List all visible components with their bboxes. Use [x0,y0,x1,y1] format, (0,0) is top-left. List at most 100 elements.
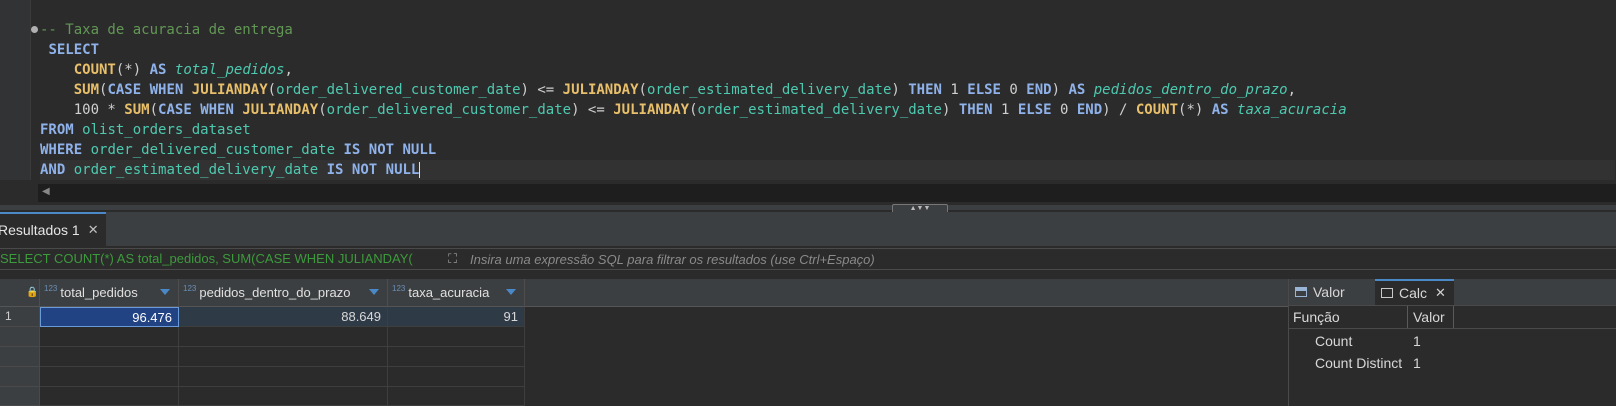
column-divider[interactable] [1407,306,1408,328]
lock-icon: 🔒 [26,287,39,298]
code-token: WHEN [200,102,234,118]
grid-corner: 🔒 [0,279,40,307]
code-token: ELSE [967,82,1001,98]
code-token: SUM [73,82,100,98]
number-type-icon: 123 [44,284,58,293]
code-token: AS [149,62,167,78]
code-line[interactable]: WHERE order_delivered_customer_date IS N… [40,140,1615,160]
code-token: COUNT [73,62,116,78]
calculator-icon [1381,288,1393,298]
code-area[interactable]: -- Taxa de acuracia de entrega SELECT CO… [40,20,1615,180]
code-token: NOT [351,162,378,178]
panel-icon [1295,287,1307,297]
code-token: , [284,62,293,78]
code-token: , [1287,82,1297,98]
tab-valor[interactable]: Valor [1295,279,1345,305]
code-token: taxa_acuracia [1237,102,1347,118]
editor-gutter [0,0,31,180]
sort-arrow-icon[interactable] [160,289,170,295]
code-token: order_delivered_customer_date [90,142,336,158]
number-type-icon: 123 [183,284,197,293]
column-header-pedidos-dentro-do-prazo[interactable]: 123 pedidos_dentro_do_prazo [179,279,388,307]
header-funcao[interactable]: Função [1293,306,1340,328]
empty-cell [40,387,179,406]
close-icon[interactable]: ✕ [88,222,99,238]
code-token: THEN [958,102,993,118]
column-divider[interactable] [1453,306,1454,328]
function-name: Count [1315,333,1353,349]
code-token: ( [149,102,159,118]
code-token: WHERE [40,142,83,158]
text-caret [419,162,421,178]
header-valor[interactable]: Valor [1413,306,1445,328]
code-token: 100 * [40,102,125,118]
sort-arrow-icon[interactable] [369,289,379,295]
column-name: total_pedidos [60,285,138,300]
code-token: ) [891,82,909,98]
number-type-icon: 123 [392,284,406,293]
code-token: total_pedidos [174,62,285,78]
results-grid[interactable]: 🔒 123 total_pedidos 123 pedidos_dentro_d… [0,279,1288,406]
empty-cell [179,367,388,387]
column-header-taxa-acuracia[interactable]: 123 taxa_acuracia [388,279,525,307]
code-token: order_delivered_customer_date [326,102,572,118]
code-token: END [1026,82,1052,98]
close-icon[interactable]: ✕ [1435,285,1446,301]
header-filler [525,279,1288,307]
tab-calc[interactable]: Calc ✕ [1375,279,1454,305]
panel-splitter[interactable] [0,205,1616,210]
code-token: order_estimated_delivery_date [697,102,942,118]
code-token: ) <= [520,82,563,98]
results-tab-bar: Resultados 1 ✕ [0,212,1616,246]
code-token: NOT [368,142,395,158]
code-line[interactable]: COUNT(*) AS total_pedidos, [40,60,1615,80]
code-line[interactable]: -- Taxa de acuracia de entrega [40,20,1615,40]
empty-cell [388,367,525,387]
filter-input[interactable] [470,249,1610,269]
code-line[interactable]: AND order_estimated_delivery_date IS NOT… [40,160,1615,180]
table-cell[interactable]: 91 [388,307,525,327]
code-token: -- Taxa de acuracia de entrega [40,22,293,38]
code-line[interactable]: SUM(CASE WHEN JULIANDAY(order_delivered_… [40,80,1615,100]
calc-row-count[interactable]: Count 1 [1289,330,1616,352]
calc-row-count-distinct[interactable]: Count Distinct 1 [1289,352,1616,374]
empty-cell [40,367,179,387]
tab-results-1[interactable]: Resultados 1 ✕ [0,212,106,246]
panel-tab-bar: Valor Calc ✕ [1289,279,1616,306]
table-cell[interactable]: 88.649 [179,307,388,327]
sql-editor[interactable]: -- Taxa de acuracia de entrega SELECT CO… [0,0,1616,208]
code-token: AND [40,162,66,178]
code-token: (*) [1178,102,1212,118]
sort-arrow-icon[interactable] [506,289,516,295]
tab-label: Calc [1399,285,1428,301]
code-token: IS [343,142,361,158]
code-token: CASE [158,102,192,118]
fold-marker-icon[interactable] [31,26,38,33]
calc-table-header: Função Valor [1289,306,1616,329]
editor-horizontal-scrollbar[interactable]: ◀ [38,184,1616,202]
code-line[interactable]: 100 * SUM(CASE WHEN JULIANDAY(order_deli… [40,100,1615,120]
empty-cell [388,327,525,347]
code-token: pedidos_dentro_do_prazo [1093,82,1288,98]
code-token: SELECT [48,42,100,58]
expand-icon[interactable]: ⛶ [448,249,457,269]
column-header-total-pedidos[interactable]: 123 total_pedidos [40,279,179,307]
scroll-left-icon[interactable]: ◀ [42,186,50,197]
code-token: CASE [107,82,142,98]
code-line[interactable]: FROM olist_orders_dataset [40,120,1615,140]
code-token: ( [638,82,647,98]
code-token: JULIANDAY [191,82,268,98]
code-line[interactable]: SELECT [40,40,1615,60]
row-number-empty [0,327,40,347]
table-cell[interactable]: 96.476 [40,307,179,327]
row-number[interactable]: 1 [0,307,40,327]
code-token: ) [1051,82,1069,98]
